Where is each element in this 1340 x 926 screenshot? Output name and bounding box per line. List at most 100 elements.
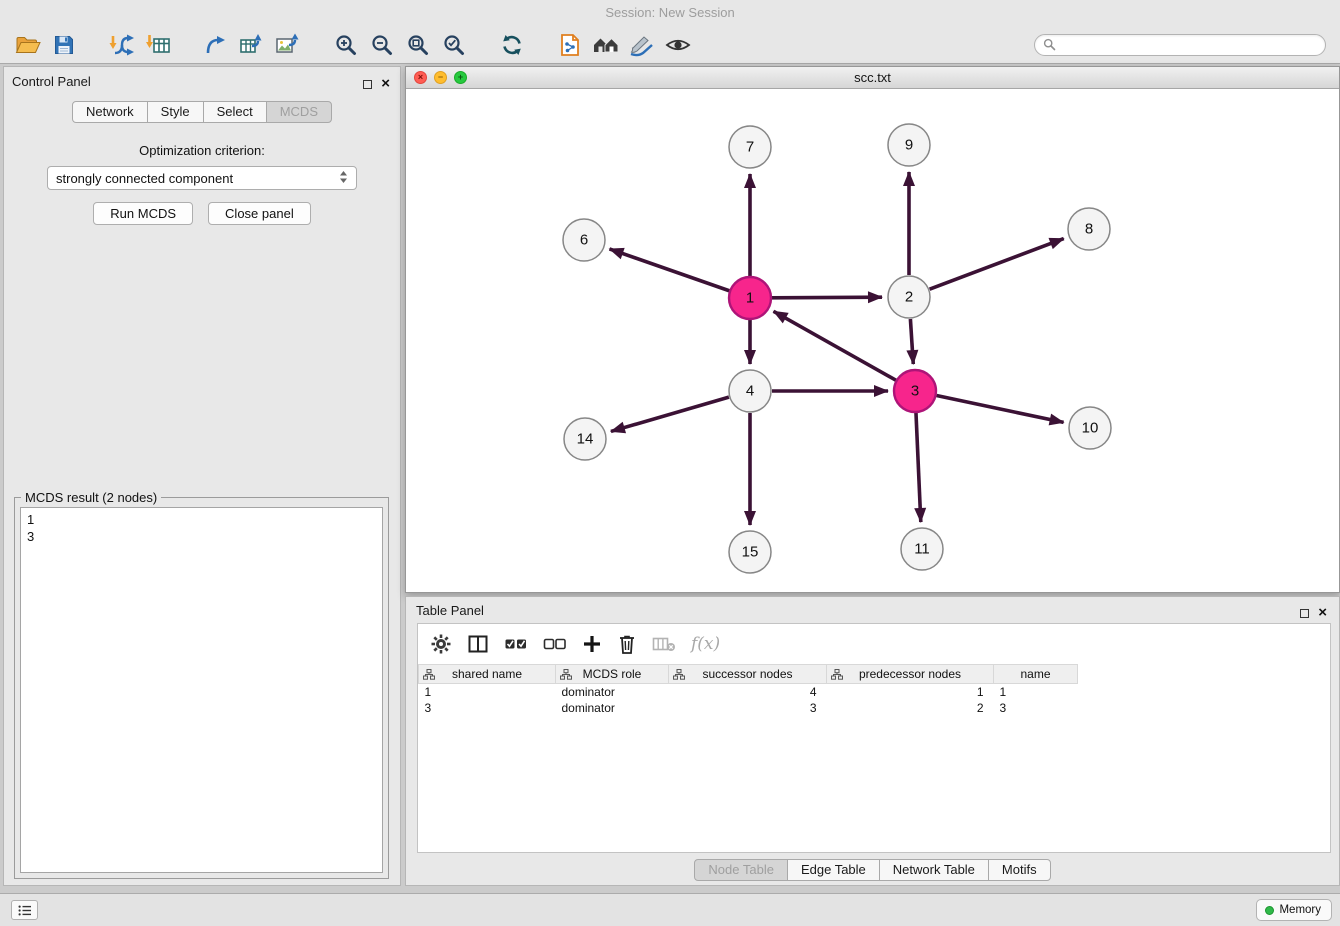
column-header-mcds-role[interactable]: MCDS role: [556, 665, 669, 684]
open-file-button[interactable]: [10, 29, 46, 61]
delete-row-button[interactable]: [617, 633, 637, 655]
graph-edge-4-14[interactable]: [611, 397, 729, 431]
graph-edge-3-11[interactable]: [916, 413, 921, 522]
svg-text:2: 2: [905, 289, 913, 306]
graph-edge-1-2[interactable]: [772, 297, 882, 298]
network-graph: 7 9 6 8 1 2 4 3 14 10 15 11: [406, 89, 1339, 592]
function-builder-button: f(x): [691, 634, 720, 654]
tab-network-table[interactable]: Network Table: [879, 859, 989, 881]
memory-button[interactable]: Memory: [1256, 899, 1332, 921]
tab-style[interactable]: Style: [147, 101, 204, 123]
graph-node-8[interactable]: 8: [1068, 208, 1110, 250]
mcds-result-box: MCDS result (2 nodes) 1 3: [14, 497, 389, 879]
export-network-button[interactable]: [198, 29, 234, 61]
zoom-out-button[interactable]: [364, 29, 400, 61]
criterion-dropdown[interactable]: strongly connected component: [47, 166, 357, 190]
svg-text:3: 3: [911, 383, 919, 400]
graph-node-1[interactable]: 1: [729, 277, 771, 319]
table-row[interactable]: 1 dominator 4 1 1: [419, 684, 1331, 700]
minimize-window-button[interactable]: −: [434, 71, 447, 84]
float-icon: [363, 80, 372, 89]
float-panel-button[interactable]: [1300, 605, 1309, 623]
graph-node-3[interactable]: 3: [894, 370, 936, 412]
memory-label: Memory: [1279, 904, 1321, 916]
tab-motifs[interactable]: Motifs: [988, 859, 1051, 881]
control-panel: Control Panel × Network Style Select MCD…: [3, 66, 401, 886]
svg-text:8: 8: [1085, 221, 1093, 238]
graph-node-6[interactable]: 6: [563, 219, 605, 261]
delete-column-icon: [652, 634, 676, 654]
tab-edge-table[interactable]: Edge Table: [787, 859, 880, 881]
network-file-icon: [558, 33, 582, 57]
close-panel-button[interactable]: ×: [1318, 604, 1327, 622]
window-title: Session: New Session: [0, 0, 1340, 26]
refresh-layout-button[interactable]: [494, 29, 530, 61]
column-tree-icon: [423, 669, 435, 683]
graph-node-11[interactable]: 11: [901, 528, 943, 570]
show-hide-button[interactable]: [660, 29, 696, 61]
tab-select[interactable]: Select: [203, 101, 267, 123]
export-image-button[interactable]: [270, 29, 306, 61]
add-row-button[interactable]: [582, 634, 602, 654]
network-window-title: scc.txt: [406, 67, 1339, 89]
search-input[interactable]: [1061, 38, 1317, 52]
tab-network[interactable]: Network: [72, 101, 148, 123]
control-panel-title: Control Panel: [12, 74, 91, 89]
table-settings-button[interactable]: [430, 633, 452, 655]
save-session-button[interactable]: [46, 29, 82, 61]
tab-node-table[interactable]: Node Table: [694, 859, 788, 881]
close-window-button[interactable]: ×: [414, 71, 427, 84]
select-all-button[interactable]: [504, 634, 528, 654]
zoom-fit-button[interactable]: [400, 29, 436, 61]
zoom-out-icon: [370, 33, 394, 57]
zoom-in-button[interactable]: [328, 29, 364, 61]
deselect-all-button[interactable]: [543, 634, 567, 654]
graph-edge-3-10[interactable]: [937, 396, 1064, 423]
column-header-predecessor-nodes[interactable]: predecessor nodes: [827, 665, 994, 684]
graph-edge-2-8[interactable]: [930, 239, 1064, 290]
import-network-button[interactable]: [104, 29, 140, 61]
close-panel-action-button[interactable]: Close panel: [208, 202, 311, 225]
graph-edge-2-3[interactable]: [910, 319, 913, 364]
svg-text:15: 15: [742, 544, 759, 561]
search-box[interactable]: [1034, 34, 1326, 56]
table-panel-title: Table Panel: [416, 603, 484, 618]
network-file-button[interactable]: [552, 29, 588, 61]
import-table-button[interactable]: [140, 29, 176, 61]
graph-node-10[interactable]: 10: [1069, 407, 1111, 449]
zoom-selected-icon: [442, 33, 466, 57]
criterion-value: strongly connected component: [56, 171, 233, 186]
task-history-button[interactable]: [11, 900, 38, 920]
mcds-result-list: 1 3: [20, 507, 383, 873]
column-header-filler: [1078, 665, 1331, 684]
column-header-successor-nodes[interactable]: successor nodes: [669, 665, 827, 684]
column-header-name[interactable]: name: [994, 665, 1078, 684]
graph-node-2[interactable]: 2: [888, 276, 930, 318]
export-table-button[interactable]: [234, 29, 270, 61]
graph-node-14[interactable]: 14: [564, 418, 606, 460]
tab-mcds[interactable]: MCDS: [266, 101, 332, 123]
paint-style-button[interactable]: [624, 29, 660, 61]
search-icon: [1043, 38, 1056, 51]
status-bar: Memory: [0, 893, 1340, 926]
zoom-selected-button[interactable]: [436, 29, 472, 61]
float-panel-button[interactable]: [363, 76, 372, 94]
graph-node-9[interactable]: 9: [888, 124, 930, 166]
graph-node-4[interactable]: 4: [729, 370, 771, 412]
save-icon: [52, 33, 76, 57]
graph-node-15[interactable]: 15: [729, 531, 771, 573]
mcds-result-value: 1: [27, 511, 376, 528]
column-visibility-button[interactable]: [467, 633, 489, 655]
graph-edge-1-6[interactable]: [609, 249, 729, 291]
table-row[interactable]: 3 dominator 3 2 3: [419, 700, 1331, 716]
close-panel-button[interactable]: ×: [381, 75, 390, 93]
graph-edge-3-1[interactable]: [774, 311, 896, 380]
run-mcds-button[interactable]: Run MCDS: [93, 202, 193, 225]
deselect-all-icon: [543, 634, 567, 654]
svg-text:7: 7: [746, 139, 754, 156]
zoom-window-button[interactable]: +: [454, 71, 467, 84]
column-header-shared-name[interactable]: shared name: [419, 665, 556, 684]
graph-node-7[interactable]: 7: [729, 126, 771, 168]
first-neighbors-button[interactable]: [588, 29, 624, 61]
svg-text:10: 10: [1082, 420, 1099, 437]
